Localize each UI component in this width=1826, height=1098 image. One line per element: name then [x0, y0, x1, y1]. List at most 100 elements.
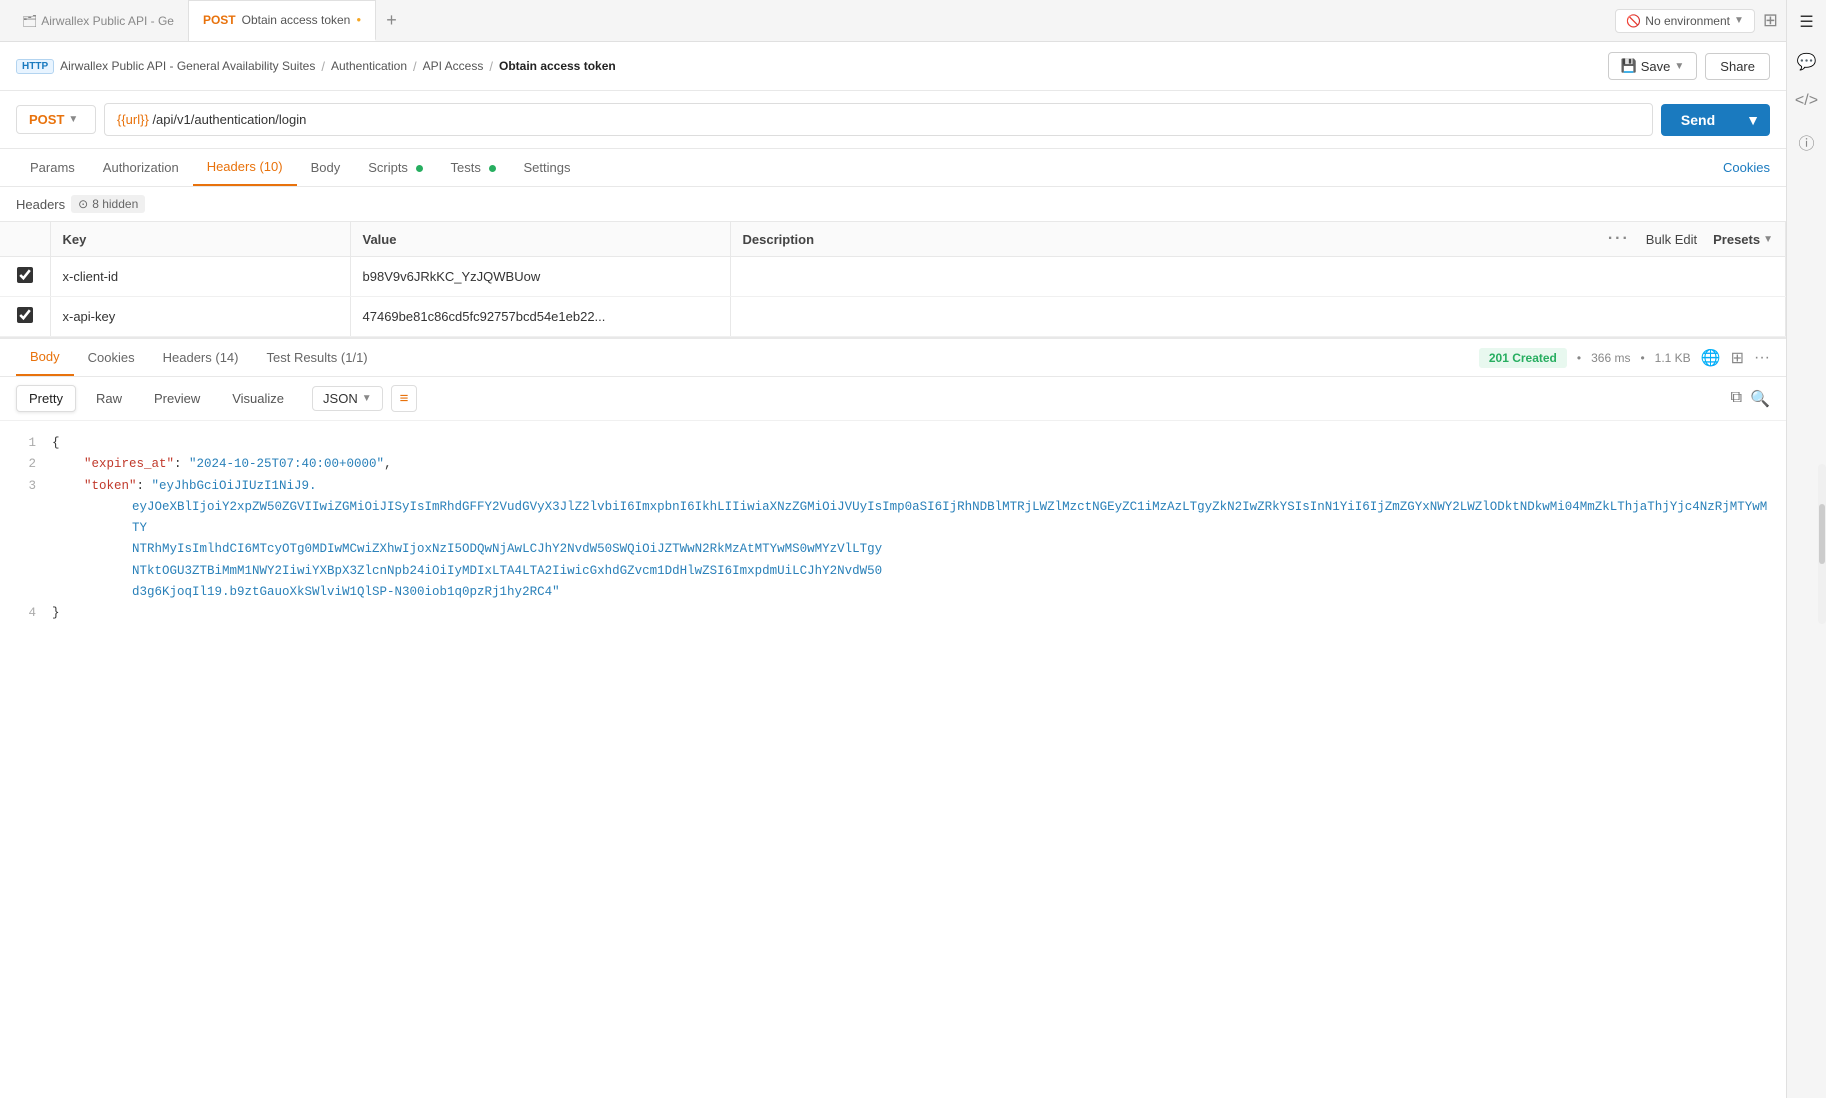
tab-settings[interactable]: Settings [510, 150, 585, 185]
scrollbar-thumb[interactable] [1819, 504, 1825, 564]
new-tab-button[interactable]: + [376, 10, 407, 31]
globe-icon[interactable]: 🌐 [1701, 348, 1721, 368]
tab-scripts[interactable]: Scripts [354, 150, 436, 185]
send-dropdown-icon[interactable]: ▼ [1736, 112, 1770, 128]
hidden-count: 8 hidden [92, 197, 138, 211]
headers-label: Headers [16, 197, 65, 212]
row2-key[interactable]: x-api-key [50, 297, 350, 337]
tab-name: Obtain access token [242, 13, 351, 27]
method-selector[interactable]: POST ▼ [16, 105, 96, 134]
sidebar-code-icon[interactable]: </> [1795, 92, 1818, 110]
row1-checkbox[interactable] [17, 267, 33, 283]
status-badge: 201 Created [1479, 348, 1567, 368]
cookies-link[interactable]: Cookies [1723, 160, 1770, 175]
url-variable: {{url}} [117, 112, 149, 127]
format-type-selector[interactable]: JSON ▼ [312, 386, 383, 411]
tab-unsaved-dot: ● [356, 15, 361, 24]
resp-dot-separator2: • [1640, 351, 1644, 365]
search-button[interactable]: 🔍 [1750, 389, 1770, 409]
format-type-label: JSON [323, 391, 358, 406]
url-input[interactable]: {{url}} /api/v1/authentication/login [104, 103, 1653, 136]
breadcrumb: HTTP Airwallex Public API - General Avai… [0, 42, 1786, 91]
table-row: x-api-key 47469be81c86cd5fc92757bcd54e1e… [0, 297, 1786, 337]
collection-tab[interactable]: 🗂 Airwallex Public API - Ge [8, 0, 189, 41]
tests-dot [489, 165, 496, 172]
breadcrumb-collection[interactable]: Airwallex Public API - General Availabil… [60, 59, 315, 73]
breadcrumb-api-access[interactable]: API Access [423, 59, 484, 73]
right-sidebar: ☰ 💬 </> ⓘ [1786, 0, 1826, 1098]
presets-chevron-icon: ▼ [1763, 234, 1773, 245]
resp-tab-body[interactable]: Body [16, 339, 74, 376]
more-options-icon[interactable]: ··· [1608, 230, 1630, 248]
scripts-dot [416, 165, 423, 172]
share-button[interactable]: Share [1705, 53, 1770, 80]
json-line-cont3: NTktOGU3ZTBiMmM1NWY2IiwiYXBpX3ZlcnNpb24i… [16, 561, 1770, 582]
send-button[interactable]: Send ▼ [1661, 104, 1770, 136]
json-line-1: 1 { [16, 433, 1770, 454]
save-dropdown-icon[interactable]: ▼ [1674, 61, 1684, 72]
url-bar: POST ▼ {{url}} /api/v1/authentication/lo… [0, 91, 1786, 149]
json-line-2: 2 "expires_at": "2024-10-25T07:40:00+000… [16, 454, 1770, 475]
method-chevron-icon: ▼ [68, 114, 78, 125]
format-visualize-button[interactable]: Visualize [220, 386, 296, 411]
row2-checkbox-cell[interactable] [0, 297, 50, 337]
tab-bar: 🗂 Airwallex Public API - Ge POST Obtain … [0, 0, 1786, 42]
table-row: x-client-id b98V9v6JRkKC_YzJQWBUow [0, 257, 1786, 297]
tab-tests[interactable]: Tests [437, 150, 510, 185]
environment-selector[interactable]: 🚫 No environment ▼ [1615, 9, 1755, 33]
body-actions: ⧉ 🔍 [1731, 389, 1770, 409]
row2-description[interactable] [730, 297, 1786, 337]
copy-button[interactable]: ⧉ [1731, 389, 1742, 409]
hidden-toggle[interactable]: ⊙ 8 hidden [71, 195, 145, 213]
headers-table: Key Value Description ··· Bulk Edit [0, 222, 1786, 337]
row1-checkbox-cell[interactable] [0, 257, 50, 297]
env-chevron-icon: ▼ [1734, 15, 1744, 26]
row2-value[interactable]: 47469be81c86cd5fc92757bcd54e1eb22... [350, 297, 730, 337]
col-key: Key [50, 222, 350, 257]
format-raw-button[interactable]: Raw [84, 386, 134, 411]
tab-method: POST [203, 13, 236, 27]
send-label: Send [1661, 112, 1735, 128]
tab-params[interactable]: Params [16, 150, 89, 185]
grid-icon[interactable]: ⊞ [1731, 348, 1744, 368]
response-action-icons: 🌐 ⊞ ··· [1701, 348, 1770, 368]
sidebar-collection-icon[interactable]: ☰ [1799, 12, 1813, 32]
wrap-toggle-button[interactable]: ≡ [391, 385, 418, 412]
row1-value[interactable]: b98V9v6JRkKC_YzJQWBUow [350, 257, 730, 297]
layout-icon[interactable]: ⊞ [1763, 10, 1778, 31]
breadcrumb-current: Obtain access token [499, 59, 616, 73]
row1-key[interactable]: x-client-id [50, 257, 350, 297]
collection-icon: 🗂 [22, 14, 37, 28]
request-tab[interactable]: POST Obtain access token ● [189, 0, 376, 41]
resp-tab-cookies[interactable]: Cookies [74, 340, 149, 375]
row1-description[interactable] [730, 257, 1786, 297]
resp-tab-headers[interactable]: Headers (14) [149, 340, 253, 375]
json-line-cont4: d3g6KjoqIl19.b9ztGauoXkSWlviW1QlSP-N300i… [16, 582, 1770, 603]
breadcrumb-authentication[interactable]: Authentication [331, 59, 407, 73]
json-line-3: 3 "token": "eyJhbGciOiJIUzI1NiJ9. [16, 476, 1770, 497]
sidebar-comment-icon[interactable]: 💬 [1797, 52, 1817, 72]
row2-checkbox[interactable] [17, 307, 33, 323]
collection-tab-label: Airwallex Public API - Ge [41, 14, 174, 28]
tab-authorization[interactable]: Authorization [89, 150, 193, 185]
col-checkbox [0, 222, 50, 257]
resp-tab-test-results[interactable]: Test Results (1/1) [252, 340, 381, 375]
breadcrumb-actions: 💾 Save ▼ Share [1608, 52, 1770, 80]
headers-count: (10) [259, 159, 282, 174]
headers-subbar: Headers ⊙ 8 hidden [0, 187, 1786, 222]
response-tabs: Body Cookies Headers (14) Test Results (… [0, 339, 1786, 377]
sidebar-info-icon[interactable]: ⓘ [1798, 130, 1814, 154]
format-pretty-button[interactable]: Pretty [16, 385, 76, 412]
bulk-edit-button[interactable]: Bulk Edit [1646, 232, 1697, 247]
presets-dropdown[interactable]: Presets ▼ [1713, 232, 1773, 247]
save-label: Save [1641, 59, 1671, 74]
method-label: POST [29, 112, 64, 127]
format-preview-button[interactable]: Preview [142, 386, 212, 411]
save-button[interactable]: 💾 Save ▼ [1608, 52, 1698, 80]
response-more-icon[interactable]: ··· [1754, 349, 1770, 367]
tab-headers[interactable]: Headers (10) [193, 149, 297, 186]
response-time: 366 ms [1591, 351, 1630, 365]
no-environment-icon: 🚫 [1626, 14, 1641, 28]
tab-bar-right: 🚫 No environment ▼ ⊞ [1615, 9, 1778, 33]
tab-body[interactable]: Body [297, 150, 355, 185]
